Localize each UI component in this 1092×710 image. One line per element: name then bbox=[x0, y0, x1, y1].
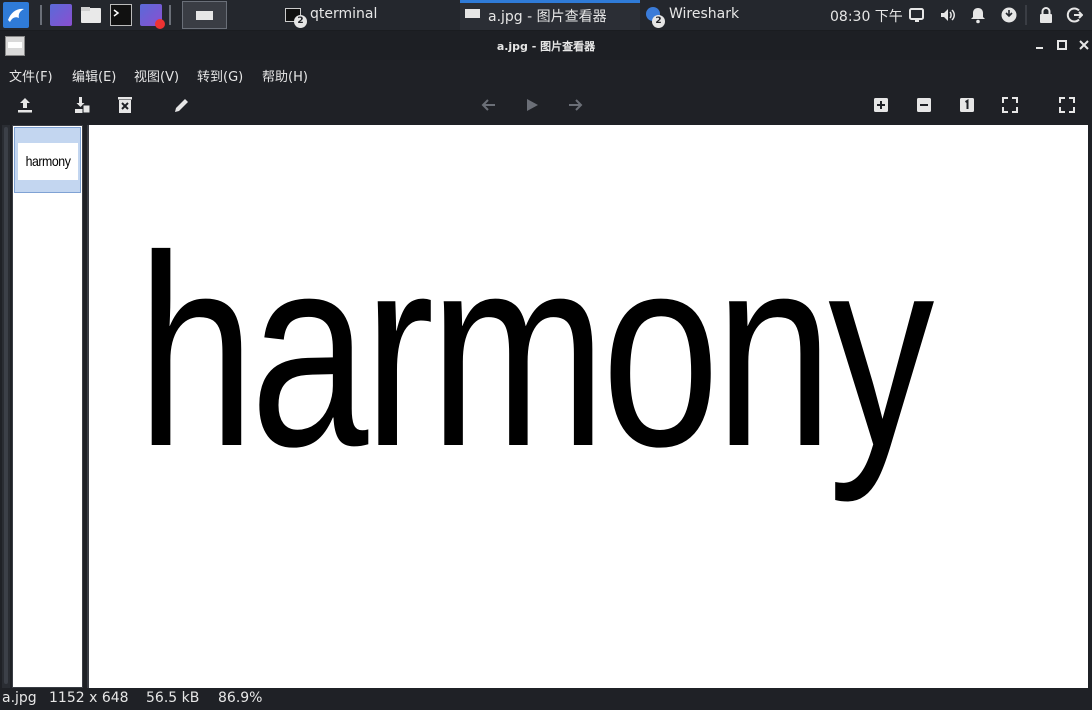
menu-go[interactable]: 转到(G) bbox=[197, 66, 243, 85]
fit-to-window-icon[interactable] bbox=[1000, 95, 1020, 115]
maximize-icon[interactable] bbox=[1055, 38, 1069, 52]
zoom-out-icon[interactable] bbox=[914, 95, 934, 115]
back-arrow-icon[interactable] bbox=[479, 95, 499, 115]
status-zoom: 86.9% bbox=[218, 690, 263, 706]
thumbnail-image: harmony bbox=[18, 143, 78, 180]
original-size-icon[interactable] bbox=[957, 95, 977, 115]
status-filename: a.jpg bbox=[2, 690, 37, 706]
minimize-icon[interactable] bbox=[1033, 38, 1047, 52]
status-dimensions: 1152 x 648 bbox=[49, 690, 129, 706]
image-icon bbox=[465, 9, 480, 18]
fullscreen-icon[interactable] bbox=[1057, 95, 1077, 115]
menu-view[interactable]: 视图(V) bbox=[134, 66, 179, 85]
desktop-icon[interactable] bbox=[50, 4, 72, 26]
display-icon[interactable] bbox=[908, 6, 926, 24]
window-titlebar[interactable]: a.jpg - 图片查看器 bbox=[0, 31, 1092, 60]
notification-bell-icon[interactable] bbox=[969, 6, 987, 24]
thumbnail-scrollbar[interactable] bbox=[2, 125, 10, 688]
taskbar-separator bbox=[169, 5, 171, 25]
terminal-icon[interactable] bbox=[110, 4, 132, 26]
taskbar-separator bbox=[40, 5, 42, 25]
menubar: 文件(F) 编辑(E) 视图(V) 转到(G) 帮助(H) bbox=[0, 60, 1092, 87]
volume-icon[interactable] bbox=[939, 6, 957, 24]
taskbar: 2 qterminal a.jpg - 图片查看器 2 Wireshark 08… bbox=[0, 0, 1092, 31]
menu-edit[interactable]: 编辑(E) bbox=[72, 66, 116, 85]
forward-arrow-icon[interactable] bbox=[565, 95, 585, 115]
thumbnail-selected[interactable]: harmony bbox=[14, 127, 81, 193]
upload-icon[interactable] bbox=[15, 95, 35, 115]
statusbar: a.jpg 1152 x 648 56.5 kB 86.9% bbox=[0, 689, 1092, 710]
task-label: qterminal bbox=[310, 6, 378, 22]
lock-icon[interactable] bbox=[1037, 6, 1055, 24]
status-filesize: 56.5 kB bbox=[146, 690, 200, 706]
play-icon[interactable] bbox=[522, 95, 542, 115]
task-label: Wireshark bbox=[669, 6, 740, 22]
window-count-badge: 2 bbox=[652, 15, 665, 28]
window-title: a.jpg - 图片查看器 bbox=[496, 40, 596, 53]
image-content-text: harmony bbox=[137, 199, 934, 503]
edit-icon[interactable] bbox=[172, 95, 192, 115]
zoom-in-icon[interactable] bbox=[871, 95, 891, 115]
delete-icon[interactable] bbox=[115, 95, 135, 115]
menu-help[interactable]: 帮助(H) bbox=[262, 66, 308, 85]
workspace-switcher[interactable] bbox=[182, 1, 227, 29]
clock[interactable]: 08:30 下午 bbox=[830, 6, 903, 26]
window-count-badge: 2 bbox=[294, 15, 307, 28]
task-qterminal[interactable]: 2 qterminal bbox=[280, 0, 450, 30]
toolbar bbox=[0, 87, 1092, 124]
thumbnail-text: harmony bbox=[25, 153, 71, 169]
thumbnail-pane: harmony bbox=[12, 125, 83, 688]
file-manager-icon[interactable] bbox=[80, 4, 102, 26]
app-menu-icon[interactable] bbox=[3, 2, 29, 28]
taskbar-separator bbox=[1025, 5, 1027, 25]
task-label: a.jpg - 图片查看器 bbox=[488, 9, 607, 25]
power-manager-icon[interactable] bbox=[1000, 6, 1018, 24]
screen-recorder-icon[interactable] bbox=[140, 4, 165, 29]
menu-file[interactable]: 文件(F) bbox=[9, 66, 53, 85]
task-wireshark[interactable]: 2 Wireshark bbox=[640, 0, 810, 30]
task-image-viewer[interactable]: a.jpg - 图片查看器 bbox=[460, 0, 640, 30]
save-as-icon[interactable] bbox=[72, 95, 92, 115]
close-icon[interactable] bbox=[1077, 38, 1091, 52]
logout-icon[interactable] bbox=[1065, 6, 1083, 24]
image-canvas[interactable]: harmony bbox=[87, 125, 1088, 688]
